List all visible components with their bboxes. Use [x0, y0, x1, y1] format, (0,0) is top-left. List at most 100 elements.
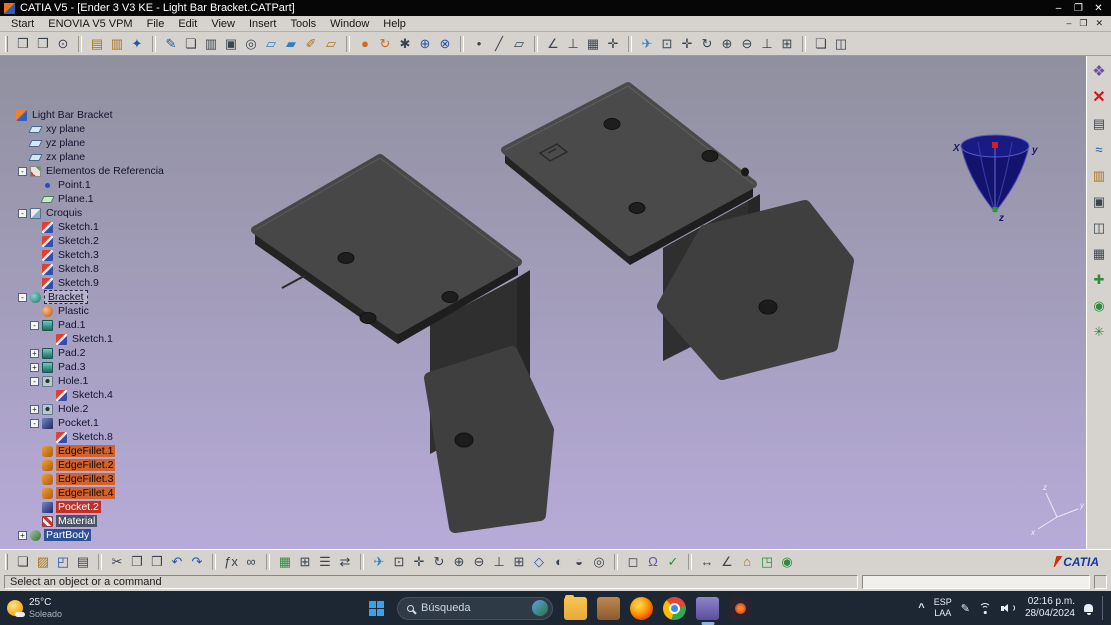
tools-icon[interactable]: ✚ — [1089, 271, 1109, 288]
zoom-out-icon[interactable]: ⊖ — [737, 34, 757, 54]
zoom-out-icon[interactable]: ⊖ — [469, 552, 489, 572]
union-icon[interactable]: ⊕ — [415, 34, 435, 54]
pan-icon[interactable]: ✛ — [409, 552, 429, 572]
search-box[interactable]: Búsqueda — [397, 596, 553, 620]
chrome-icon[interactable] — [663, 596, 686, 620]
tree-item[interactable]: + Hole.2 — [2, 402, 166, 416]
constraints-icon[interactable]: ⊥ — [563, 34, 583, 54]
plane-icon[interactable]: ▱ — [509, 34, 529, 54]
shaded-view-icon[interactable]: ◐ — [549, 552, 569, 572]
point-icon[interactable]: • — [460, 34, 489, 54]
tree-item[interactable]: Sketch.4 — [2, 388, 166, 402]
favorites-icon[interactable]: ✦ — [127, 34, 147, 54]
minimize-button[interactable]: – — [1050, 2, 1067, 15]
gear-icon[interactable]: ✱ — [395, 34, 415, 54]
fly-mode-icon[interactable]: ✈ — [628, 34, 657, 54]
mdi-minimize-button[interactable]: – — [1066, 18, 1071, 29]
tree-item[interactable]: - Bracket — [2, 290, 166, 304]
check-icon[interactable]: ✓ — [663, 552, 683, 572]
circle-tool-icon[interactable]: ◎ — [241, 34, 261, 54]
new-window-icon[interactable]: ❏ — [802, 34, 831, 54]
save-icon[interactable]: ◰ — [53, 552, 73, 572]
compass-top-handle[interactable] — [992, 142, 998, 148]
menu-item[interactable]: Tools — [283, 18, 323, 30]
toolbar-grip[interactable] — [5, 35, 8, 52]
formula-icon[interactable]: ƒx — [212, 552, 241, 572]
tree-item[interactable]: - Croquis — [2, 206, 166, 220]
plane-offset-icon[interactable]: ▱ — [261, 34, 281, 54]
tree-item[interactable]: - Pocket.1 — [2, 416, 166, 430]
intersect-icon[interactable]: ⊗ — [435, 34, 455, 54]
sphere-icon[interactable]: ● — [346, 34, 375, 54]
tree-expander[interactable]: - — [18, 208, 27, 218]
tree-item[interactable]: - Hole.1 — [2, 374, 166, 388]
menu-item[interactable]: Edit — [171, 18, 204, 30]
language-indicator[interactable]: ESP LAA — [934, 597, 952, 619]
wifi-icon[interactable] — [979, 602, 992, 614]
tree-item[interactable]: Light Bar Bracket — [2, 108, 166, 122]
tree-item[interactable]: EdgeFillet.3 — [2, 472, 166, 486]
close-button[interactable]: ✕ — [1090, 2, 1107, 15]
menu-item[interactable]: Start — [4, 18, 41, 30]
multi-view-icon[interactable]: ⊞ — [509, 552, 529, 572]
sketch-plane-icon[interactable]: ✐ — [301, 34, 321, 54]
fly-mode-icon[interactable]: ✈ — [360, 552, 389, 572]
tree-item[interactable]: Sketch.1 — [2, 332, 166, 346]
sketcher-icon[interactable]: ✎ — [152, 34, 181, 54]
new-document-icon[interactable]: ❏ — [13, 552, 33, 572]
magnifier-icon[interactable]: ⊙ — [53, 34, 73, 54]
wireframe-icon[interactable]: ◻ — [614, 552, 643, 572]
tree-item[interactable]: + Pad.2 — [2, 346, 166, 360]
columns-icon[interactable]: ▥ — [201, 34, 221, 54]
measure-between-icon[interactable]: ↔ — [688, 552, 717, 572]
mdi-close-button[interactable]: ✕ — [1095, 18, 1103, 29]
volume-icon[interactable] — [1000, 603, 1016, 614]
fit-all-icon[interactable]: ⊡ — [657, 34, 677, 54]
tree-expander[interactable]: - — [30, 320, 39, 330]
pan-icon[interactable]: ✛ — [677, 34, 697, 54]
iso-view-icon[interactable]: ◇ — [529, 552, 549, 572]
copy-icon[interactable]: ❐ — [127, 552, 147, 572]
menu-item[interactable]: File — [140, 18, 172, 30]
tree-item[interactable]: xy plane — [2, 122, 166, 136]
view-frame-icon[interactable]: ❏ — [181, 34, 201, 54]
notes-icon[interactable]: ▤ — [1089, 115, 1109, 132]
tree-item[interactable]: yz plane — [2, 136, 166, 150]
compass-base-handle[interactable] — [992, 207, 998, 212]
mdi-restore-button[interactable]: ❐ — [1079, 18, 1087, 29]
normal-view-icon[interactable]: ⊥ — [489, 552, 509, 572]
snap-icon[interactable]: ⊞ — [295, 552, 315, 572]
tree-expander[interactable]: - — [18, 166, 27, 176]
weather-widget[interactable]: 25°C Soleado — [7, 591, 62, 625]
tree-item[interactable]: Plastic — [2, 304, 166, 318]
measure-inertia-icon[interactable]: ⌂ — [737, 552, 757, 572]
open-icon[interactable]: ▨ — [33, 552, 53, 572]
tree-expander[interactable]: - — [30, 376, 39, 386]
library-icon[interactable]: ▥ — [107, 34, 127, 54]
power-input[interactable] — [862, 575, 1090, 589]
search-icon[interactable]: ∞ — [241, 552, 261, 572]
table-icon[interactable]: ▦ — [1089, 245, 1109, 262]
tree-item[interactable]: EdgeFillet.2 — [2, 458, 166, 472]
notification-bell-icon[interactable] — [1084, 604, 1093, 615]
tree-item[interactable]: Sketch.9 — [2, 276, 166, 290]
box-icon[interactable]: ▣ — [1089, 193, 1109, 210]
globe-icon[interactable]: ◉ — [1089, 297, 1109, 314]
molecule-icon[interactable]: ✳ — [1089, 323, 1109, 340]
menu-item[interactable]: Window — [323, 18, 376, 30]
tree-item[interactable]: + PartBody — [2, 528, 166, 542]
render-icon[interactable]: ◉ — [777, 552, 797, 572]
menu-item[interactable]: Insert — [242, 18, 284, 30]
tree-item[interactable]: Sketch.8 — [2, 430, 166, 444]
grid-icon[interactable]: ▦ — [583, 34, 603, 54]
tree-item[interactable]: Plane.1 — [2, 192, 166, 206]
grid-icon[interactable]: ▦ — [266, 552, 295, 572]
menu-item[interactable]: ENOVIA V5 VPM — [41, 18, 139, 30]
measure-item-icon[interactable]: ∠ — [717, 552, 737, 572]
media-player-icon[interactable] — [729, 596, 752, 620]
tree-expander[interactable]: + — [30, 348, 39, 358]
paste-icon[interactable]: ❒ — [147, 552, 167, 572]
tree-expander[interactable]: + — [30, 404, 39, 414]
axis-system-icon[interactable]: ✛ — [603, 34, 623, 54]
structure-icon[interactable]: ☰ — [315, 552, 335, 572]
